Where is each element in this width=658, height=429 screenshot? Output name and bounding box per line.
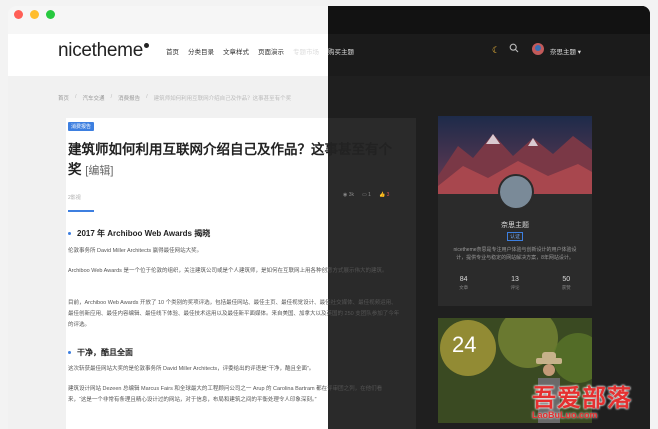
site-logo[interactable]: nicetheme (58, 40, 149, 62)
breadcrumb-current: 建筑师如何利用互联网介绍自己及作品？这事甚至有个奖 (153, 96, 292, 102)
author-name[interactable]: 奈思主题 (438, 220, 592, 230)
breadcrumb-item[interactable]: 消费报告 (118, 94, 140, 102)
breadcrumb-item[interactable]: 汽车交通 (83, 94, 105, 102)
section-heading: 干净，酷且全面 (68, 347, 133, 358)
likes-count[interactable]: 👍 3 (379, 192, 389, 198)
edit-link[interactable]: [编辑] (85, 165, 113, 177)
featured-post-date: 24 (452, 332, 477, 357)
window-controls (14, 10, 55, 19)
article-meta: ◉ 3k ▭ 1 👍 3 (343, 192, 389, 198)
title-bar (8, 6, 328, 34)
thumbs-up-icon: 👍 (378, 192, 386, 198)
nav-item-page-demo[interactable]: 页面演示 (258, 46, 284, 56)
watermark-logo: 吾爱部落 LaoBuLuo.com (532, 385, 632, 420)
title-underline (68, 210, 94, 212)
author-profile-card: 奈思主题 认证 nicetheme奈思是专注用户体验与创新设计的用户体验设计，提… (438, 116, 592, 306)
eye-icon: ◉ (343, 192, 348, 198)
user-menu[interactable]: 奈思主题 ▾ (550, 46, 581, 56)
article-paragraph: Archiboo Web Awards 是一个位于伦敦的组织，关注建筑公司或是个… (68, 268, 388, 274)
author-stats: 84 文章 13 评论 50 获赞 (438, 276, 592, 291)
stat-comments[interactable]: 13 评论 (510, 276, 519, 291)
nav-item-article-styles[interactable]: 文章样式 (223, 46, 249, 56)
author-avatar[interactable] (498, 174, 534, 210)
article-paragraph: 这次斩获最佳网站大奖的是伦敦事务所 David Miller Architect… (68, 366, 315, 372)
comment-icon: ▭ (362, 192, 367, 198)
article-paragraph: 建筑设计网站 Dezeen 总编辑 Marcus Fairs 和全球最大的工程顾… (68, 386, 383, 403)
logo-dot-icon (143, 43, 149, 48)
nav-item-buy-theme[interactable]: 购买主题 (328, 46, 354, 56)
nav-item-home[interactable]: 首页 (166, 46, 179, 56)
breadcrumb: 首页 / 汽车交通 / 消费报告 / 建筑师如何利用互联网介绍自己及作品？这事甚至有个… (58, 94, 292, 102)
dark-mode-toggle-icon[interactable]: ☾ (492, 45, 500, 56)
section-heading: 2017 年 Archiboo Web Awards 揭晓 (68, 228, 210, 239)
article-paragraph: 目前，Archiboo Web Awards 开放了 10 个类别的奖项评选，包… (68, 300, 400, 328)
title-bar-dark (328, 6, 650, 34)
article-title: 建筑师如何利用互联网介绍自己及作品？这事甚至有个奖 [编辑] (68, 142, 392, 177)
stat-likes[interactable]: 50 获赞 (562, 276, 571, 291)
article-author[interactable]: 2影视 (68, 194, 81, 201)
views-count: ◉ 3k (343, 192, 355, 198)
comments-count[interactable]: ▭ 1 (362, 192, 371, 198)
author-tag: 认证 (507, 232, 524, 241)
breadcrumb-item[interactable]: 首页 (58, 94, 69, 102)
site-header-dark (328, 34, 650, 76)
nav-item-topic-market[interactable]: 专题市场 (293, 46, 319, 56)
author-description: nicetheme奈思是专注用户体验与创新设计的用户体验设计，提供专业与稳定的网… (453, 247, 577, 261)
article-paragraph: 伦敦事务所 David Miller Architects 赢得最佳网站大奖。 (68, 248, 203, 254)
close-window-button[interactable] (14, 10, 23, 19)
search-icon[interactable] (509, 43, 519, 53)
nav-item-categories[interactable]: 分类目录 (188, 46, 214, 56)
main-nav: 首页 分类目录 文章样式 页面演示 专题市场 购买主题 (166, 46, 354, 56)
minimize-window-button[interactable] (30, 10, 39, 19)
user-avatar[interactable] (532, 43, 544, 55)
maximize-window-button[interactable] (46, 10, 55, 19)
stat-posts[interactable]: 84 文章 (459, 276, 468, 291)
category-badge[interactable]: 消费报告 (68, 122, 95, 131)
